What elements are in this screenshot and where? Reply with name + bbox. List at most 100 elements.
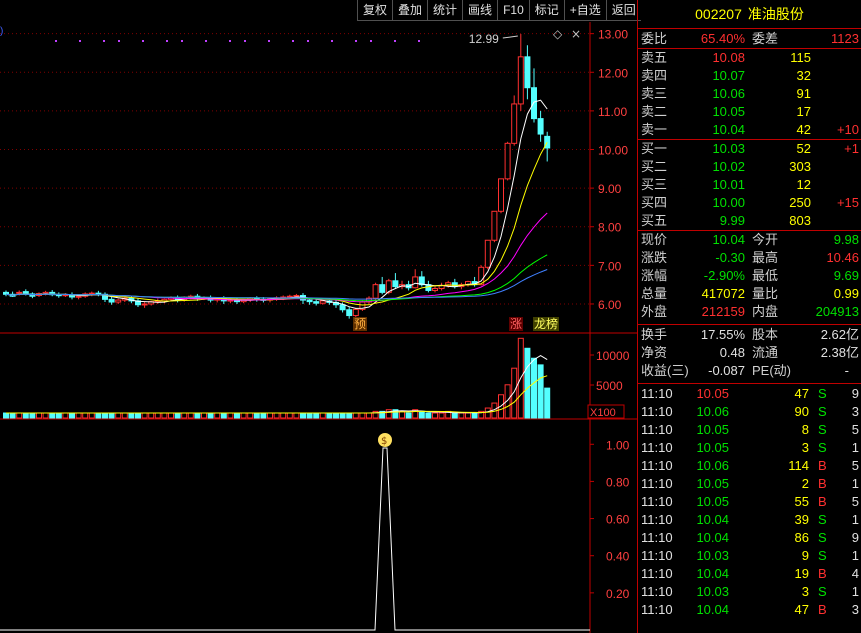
tick-row[interactable]: 11:10 10.03 3 S 1	[638, 583, 861, 601]
volume-bar	[187, 412, 194, 419]
tick-row[interactable]: 11:10 10.05 55 B 5	[638, 493, 861, 511]
bid-price: 10.01	[712, 177, 745, 192]
bid-label: 买一	[641, 141, 668, 156]
ask-row[interactable]: 卖五 10.08 115	[638, 49, 861, 67]
limit-up-marker: 涨	[510, 316, 522, 331]
tick-price: 10.04	[696, 512, 729, 527]
volume-bar	[293, 412, 300, 419]
candle-body	[379, 284, 386, 293]
kline-chart-area[interactable]: 13.00 12.00 11.00 10.00 9.00 8.00 7.00 6.00) 12.…	[0, 0, 641, 633]
event-dot	[370, 40, 372, 42]
candle-body	[491, 210, 498, 241]
event-dot	[142, 40, 144, 42]
tick-row[interactable]: 11:10 10.04 19 B 4	[638, 565, 861, 583]
volume-bar	[161, 412, 168, 419]
back-button[interactable]: 返回	[605, 0, 641, 21]
high-price-label: 12.99	[469, 32, 499, 46]
zl-label: 总量	[641, 286, 668, 301]
price-tick-label: 7.00	[598, 259, 622, 273]
candle-body	[372, 284, 379, 299]
pre-marker: 预	[354, 317, 366, 331]
volume-bar	[115, 412, 122, 419]
stats-button[interactable]: 统计	[427, 0, 463, 21]
candle-body	[504, 142, 511, 180]
mark-button[interactable]: 标记	[528, 0, 564, 21]
tick-count: 1	[851, 548, 859, 563]
volume-bar	[524, 347, 531, 419]
tick-count: 1	[851, 584, 859, 599]
sy-value: -0.087	[708, 363, 745, 378]
lt-label: 流通	[752, 345, 779, 360]
bid-row[interactable]: 买二 10.02 303	[638, 158, 861, 176]
wp-label: 外盘	[641, 304, 668, 319]
money-bag-glyph: $	[381, 436, 387, 447]
bid-row[interactable]: 买一 10.03 52 +1	[638, 140, 861, 158]
tick-row[interactable]: 11:10 10.05 3 S 1	[638, 439, 861, 457]
tick-row[interactable]: 11:10 10.04 39 S 1	[638, 511, 861, 529]
volume-bar	[438, 412, 445, 419]
tick-row[interactable]: 11:10 10.04 47 B 3	[638, 601, 861, 619]
ask-chg: +10	[836, 122, 859, 137]
ask-row[interactable]: 卖三 10.06 91	[638, 85, 861, 103]
event-dot	[292, 40, 294, 42]
tick-price: 10.06	[696, 404, 729, 419]
volume-bar	[465, 412, 471, 419]
fuquan-button[interactable]: 复权	[357, 0, 393, 21]
candle-body	[3, 291, 9, 295]
volume-bar	[194, 412, 201, 419]
tick-row[interactable]: 11:10 10.05 47 S 9	[638, 385, 861, 403]
price-tick-label: 10.00	[598, 144, 628, 158]
candle-body	[498, 178, 504, 212]
tick-list[interactable]: 11:10 10.05 47 S 9 11:10 10.06 90 S 3 11:10 10.05…	[638, 384, 861, 619]
xj-label: 现价	[641, 232, 668, 247]
tick-row[interactable]: 11:10 10.03 9 S 1	[638, 547, 861, 565]
tick-row[interactable]: 11:10 10.06 90 S 3	[638, 403, 861, 421]
tick-price: 10.03	[696, 548, 729, 563]
quote-panel: 002207 准油股份 委比 65.40% 委差 1123 卖五 10.08 115 …	[637, 0, 861, 633]
volume-bar	[240, 412, 247, 419]
bid-row[interactable]: 买五 9.99 803	[638, 212, 861, 230]
candle-body	[75, 295, 82, 298]
zdi-label: 最低	[752, 268, 779, 283]
volume-bar	[82, 412, 89, 419]
price-tick-label: 12.00	[598, 66, 628, 80]
tick-row[interactable]: 11:10 10.04 86 S 9	[638, 529, 861, 547]
event-dot	[79, 40, 81, 42]
tick-time: 11:10	[641, 404, 673, 419]
add-watchlist-button[interactable]: +自选	[563, 0, 606, 21]
overlay-button[interactable]: 叠加	[392, 0, 428, 21]
candle-body	[524, 56, 531, 89]
volume-bar	[267, 412, 273, 419]
tick-price: 10.05	[696, 386, 729, 401]
volume-bar	[95, 412, 102, 419]
tick-time: 11:10	[641, 584, 673, 599]
bid-label: 买四	[641, 195, 668, 210]
np-label: 内盘	[752, 304, 779, 319]
price-tick-label: 8.00	[598, 221, 622, 235]
bid-row[interactable]: 买三 10.01 12	[638, 176, 861, 194]
ask-label: 卖三	[641, 86, 668, 101]
bid-price: 9.99	[719, 213, 745, 228]
lb-value: 0.99	[833, 286, 859, 301]
tick-row[interactable]: 11:10 10.05 2 B 1	[638, 475, 861, 493]
candle-body	[306, 299, 313, 303]
ask-row[interactable]: 卖二 10.05 17	[638, 103, 861, 121]
ask-row[interactable]: 卖一 10.04 42 +10	[638, 121, 861, 139]
tick-count: 1	[851, 512, 859, 527]
zg-value: 10.46	[826, 250, 859, 265]
kline-chart[interactable]: 13.00 12.00 11.00 10.00 9.00 8.00 7.00 6.00) 12.…	[0, 0, 637, 633]
candle-body	[392, 280, 399, 288]
bid-row[interactable]: 买四 10.00 250 +15	[638, 194, 861, 212]
tick-row[interactable]: 11:10 10.06 114 B 5	[638, 457, 861, 475]
tick-vol: 114	[788, 458, 809, 473]
tick-count: 1	[851, 440, 859, 455]
pe-label: PE(动)	[752, 363, 792, 378]
f10-button[interactable]: F10	[497, 0, 529, 21]
ask-row[interactable]: 卖四 10.07 32	[638, 67, 861, 85]
zf-label: 涨幅	[641, 268, 668, 283]
ask-label: 卖五	[641, 50, 668, 65]
tick-row[interactable]: 11:10 10.05 8 S 5	[638, 421, 861, 439]
draw-line-button[interactable]: 画线	[462, 0, 498, 21]
jk-value: 9.98	[833, 232, 859, 247]
volume-bar	[108, 412, 115, 419]
